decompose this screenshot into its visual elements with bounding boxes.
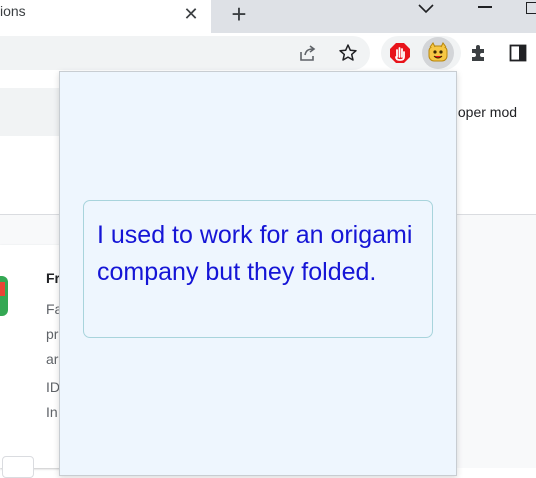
details-button[interactable] <box>2 456 34 478</box>
extensions-puzzle-icon[interactable] <box>464 39 492 67</box>
browser-toolbar <box>0 33 536 73</box>
bookmark-star-icon[interactable] <box>334 39 362 67</box>
browser-tab[interactable]: ions ✕ <box>0 0 211 33</box>
new-tab-button[interactable]: + <box>225 0 253 29</box>
maximize-icon[interactable] <box>526 2 536 14</box>
extension-card-inspect: In <box>46 404 58 420</box>
side-panel-icon[interactable] <box>504 39 532 67</box>
close-tab-icon[interactable]: ✕ <box>179 2 203 26</box>
adblock-icon[interactable] <box>386 39 414 67</box>
extension-card-id: ID <box>46 379 60 395</box>
share-icon[interactable] <box>294 39 322 67</box>
extension-popup: I used to work for an origami company bu… <box>59 71 457 476</box>
minimize-icon[interactable] <box>478 6 492 8</box>
extension-card-desc-3: ar <box>46 351 59 367</box>
extension-logo-accent <box>0 282 5 296</box>
tab-strip: ions ✕ + <box>0 0 536 33</box>
chevron-down-icon[interactable] <box>414 0 438 20</box>
joke-extension-icon[interactable] <box>424 39 452 67</box>
joke-card: I used to work for an origami company bu… <box>83 200 433 338</box>
joke-text: I used to work for an origami company bu… <box>97 221 413 286</box>
tab-title: ions <box>0 3 26 19</box>
extension-card-desc-2: pr <box>46 326 59 342</box>
extension-card-title: Fr <box>46 270 60 286</box>
